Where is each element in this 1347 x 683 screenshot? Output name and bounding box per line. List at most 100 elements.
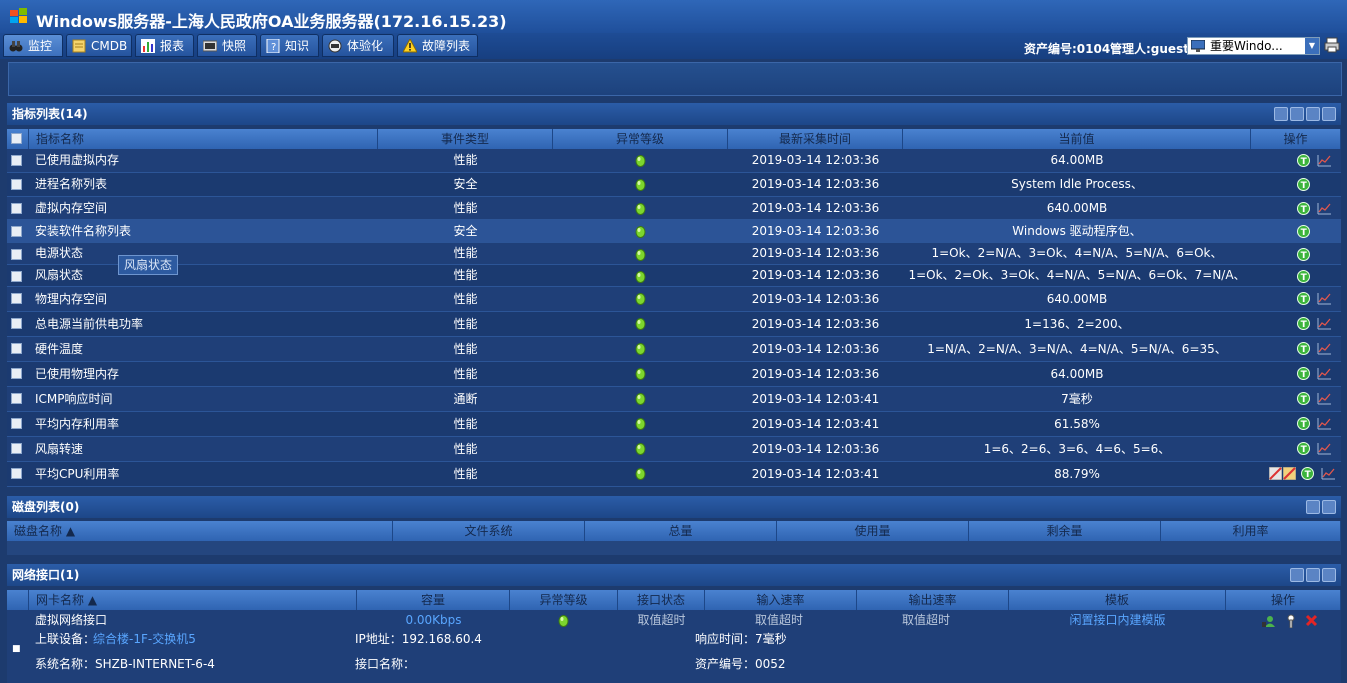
col-current-value[interactable]: 当前值	[903, 129, 1251, 149]
line-chart-icon[interactable]	[1317, 292, 1332, 305]
col-total[interactable]: 总量	[585, 521, 777, 541]
table-row[interactable]: 已使用物理内存 性能 2019-03-14 12:03:36 64.00MB T	[7, 362, 1341, 387]
template-link[interactable]: 闲置接口内建模版	[1009, 609, 1226, 632]
line-chart-icon[interactable]	[1317, 417, 1332, 430]
table-row[interactable]: 总电源当前供电功率 性能 2019-03-14 12:03:36 1=136、2=20…	[7, 312, 1341, 337]
print-icon[interactable]	[1324, 37, 1340, 53]
uplink-device-link[interactable]: 综合楼-1F-交换机5	[93, 628, 196, 651]
row-checkbox[interactable]	[11, 226, 22, 237]
row-checkbox[interactable]	[11, 179, 22, 190]
metric-name[interactable]: 总电源当前供电功率	[35, 312, 143, 335]
col-template[interactable]: 模板	[1009, 590, 1226, 610]
trend-icon[interactable]: T	[1297, 292, 1310, 305]
row-checkbox[interactable]	[11, 203, 22, 214]
col-capacity[interactable]: 容量	[357, 590, 510, 610]
col-severity[interactable]: 异常等级	[553, 129, 728, 149]
tab-knowledge[interactable]: ? 知识	[260, 34, 319, 57]
trend-icon[interactable]: T	[1297, 154, 1310, 167]
col-used[interactable]: 使用量	[777, 521, 969, 541]
diagonal-chart-icon[interactable]	[1283, 467, 1296, 480]
table-row[interactable]: 硬件温度 性能 2019-03-14 12:03:36 1=N/A、2=N/A、3=N…	[7, 337, 1341, 362]
user-icon[interactable]	[1262, 614, 1276, 628]
metric-name[interactable]: 平均CPU利用率	[35, 462, 119, 485]
line-chart-icon[interactable]	[1317, 367, 1332, 380]
trend-icon[interactable]: T	[1301, 467, 1314, 480]
key-icon[interactable]	[1285, 614, 1297, 628]
col-disk-name[interactable]: 磁盘名称 ▲	[7, 521, 393, 541]
col-event-type[interactable]: 事件类型	[378, 129, 553, 149]
collapse-icon[interactable]	[1274, 107, 1288, 121]
line-chart-icon[interactable]	[1317, 317, 1332, 330]
metric-name[interactable]: 已使用虚拟内存	[35, 149, 119, 172]
row-checkbox[interactable]	[11, 393, 22, 404]
table-row[interactable]: 平均CPU利用率 性能 2019-03-14 12:03:41 88.79% T	[7, 462, 1341, 487]
row-checkbox[interactable]	[11, 249, 22, 260]
col-nic-name[interactable]: 网卡名称 ▲	[29, 590, 357, 610]
row-checkbox[interactable]	[11, 318, 22, 329]
metric-name[interactable]: 电源状态	[35, 243, 83, 266]
tab-fault-list[interactable]: 故障列表	[397, 34, 478, 57]
row-checkbox[interactable]	[11, 443, 22, 454]
trend-icon[interactable]: T	[1297, 342, 1310, 355]
table-row[interactable]: 平均内存利用率 性能 2019-03-14 12:03:41 61.58% T	[7, 412, 1341, 437]
trend-icon[interactable]: T	[1297, 225, 1310, 238]
line-chart-icon[interactable]	[1317, 342, 1332, 355]
metric-name[interactable]: 平均内存利用率	[35, 412, 119, 435]
table-row[interactable]: 已使用虚拟内存 性能 2019-03-14 12:03:36 64.00MB T	[7, 149, 1341, 173]
trend-icon[interactable]: T	[1297, 270, 1310, 283]
line-chart-icon[interactable]	[1317, 442, 1332, 455]
trend-icon[interactable]: T	[1297, 417, 1310, 430]
row-checkbox[interactable]	[11, 418, 22, 429]
metric-name[interactable]: 虚拟内存空间	[35, 197, 107, 220]
tab-monitor[interactable]: 监控	[3, 34, 63, 57]
col-filesystem[interactable]: 文件系统	[393, 521, 585, 541]
gear-icon[interactable]	[1306, 107, 1320, 121]
refresh-icon[interactable]	[1322, 107, 1336, 121]
col-collect-time[interactable]: 最新采集时间	[728, 129, 903, 149]
col-severity[interactable]: 异常等级	[510, 590, 618, 610]
metric-name[interactable]: 硬件温度	[35, 337, 83, 360]
row-checkbox[interactable]	[11, 468, 22, 479]
line-chart-icon[interactable]	[1321, 467, 1336, 480]
table-row[interactable]: 风扇状态 性能 2019-03-14 12:03:36 1=Ok、2=Ok、3=Ok、…	[7, 265, 1341, 287]
line-chart-icon[interactable]	[1317, 202, 1332, 215]
table-row[interactable]: 电源状态 性能 2019-03-14 12:03:36 1=Ok、2=N/A、3=Ok…	[7, 243, 1341, 265]
row-checkbox[interactable]	[11, 271, 22, 282]
trend-icon[interactable]: T	[1297, 392, 1310, 405]
col-if-status[interactable]: 接口状态	[618, 590, 705, 610]
metric-name[interactable]: 风扇状态	[35, 265, 83, 288]
metric-name[interactable]: ICMP响应时间	[35, 387, 113, 410]
search-icon[interactable]	[1290, 107, 1304, 121]
trend-icon[interactable]: T	[1297, 248, 1310, 261]
table-row[interactable]: ICMP响应时间 通断 2019-03-14 12:03:41 7毫秒 T	[7, 387, 1341, 412]
table-row[interactable]: 进程名称列表 安全 2019-03-14 12:03:36 System Idle P…	[7, 173, 1341, 197]
line-chart-icon[interactable]	[1317, 392, 1332, 405]
tab-reports[interactable]: 报表	[135, 34, 194, 57]
trend-icon[interactable]: T	[1297, 367, 1310, 380]
tab-experience[interactable]: 体验化	[322, 34, 394, 57]
row-checkbox[interactable]	[11, 368, 22, 379]
search-icon[interactable]	[1306, 568, 1320, 582]
refresh-icon[interactable]	[1322, 568, 1336, 582]
collapse-icon[interactable]	[1290, 568, 1304, 582]
table-row[interactable]: 风扇转速 性能 2019-03-14 12:03:36 1=6、2=6、3=6、4=6…	[7, 437, 1341, 462]
diagonal-chart-icon[interactable]	[1269, 467, 1282, 480]
col-input-rate[interactable]: 输入速率	[705, 590, 857, 610]
metric-name[interactable]: 安装软件名称列表	[35, 220, 131, 243]
delete-icon[interactable]	[1305, 614, 1318, 627]
table-row[interactable]: 虚拟内存空间 性能 2019-03-14 12:03:36 640.00MB T	[7, 197, 1341, 220]
tab-cmdb[interactable]: CMDB	[66, 34, 132, 57]
line-chart-icon[interactable]	[1317, 154, 1332, 167]
trend-icon[interactable]: T	[1297, 178, 1310, 191]
table-row[interactable]: 物理内存空间 性能 2019-03-14 12:03:36 640.00MB T	[7, 287, 1341, 312]
col-output-rate[interactable]: 输出速率	[857, 590, 1009, 610]
importance-select[interactable]: 重要Windo... ▼	[1187, 37, 1320, 55]
refresh-icon[interactable]	[1322, 500, 1336, 514]
row-checkbox[interactable]	[11, 155, 22, 166]
metric-name[interactable]: 风扇转速	[35, 437, 83, 460]
trend-icon[interactable]: T	[1297, 442, 1310, 455]
metric-name[interactable]: 已使用物理内存	[35, 362, 119, 385]
trend-icon[interactable]: T	[1297, 202, 1310, 215]
metric-name[interactable]: 进程名称列表	[35, 173, 107, 196]
col-free[interactable]: 剩余量	[969, 521, 1161, 541]
